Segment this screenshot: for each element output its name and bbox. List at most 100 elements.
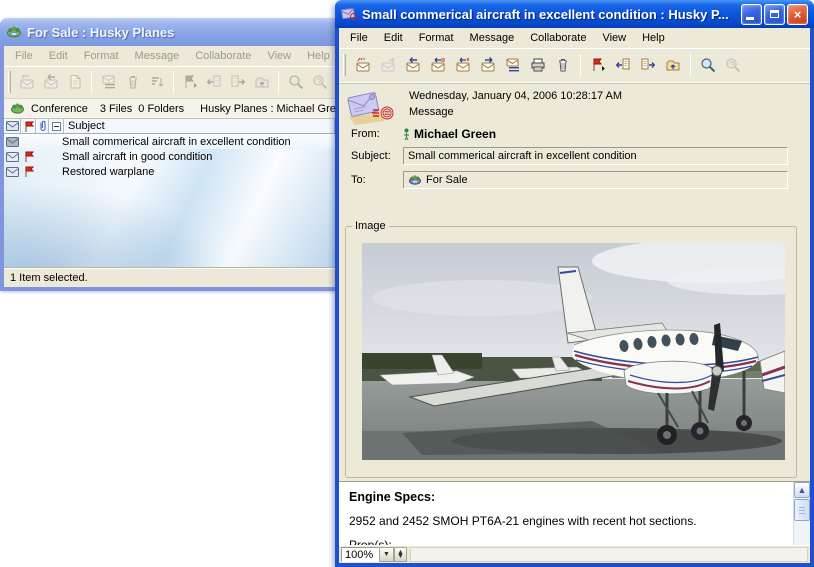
flag-button	[179, 70, 202, 94]
column-subject[interactable]: Subject	[64, 119, 335, 133]
new-message-button[interactable]	[351, 53, 375, 77]
menu-message[interactable]: Message	[128, 48, 187, 64]
send-icon	[380, 57, 396, 73]
list-item-subject: Small aircraft in good condition	[62, 151, 212, 163]
message-window: Small commerical aircraft in excellent c…	[335, 0, 814, 567]
search-icon	[700, 57, 716, 73]
zoom-dropdown-button[interactable]: ▼	[379, 547, 394, 562]
message-header: Wednesday, January 04, 2006 10:28:17 AM …	[339, 83, 810, 197]
toolbar-grip[interactable]	[8, 71, 11, 93]
minimize-button[interactable]	[741, 4, 762, 25]
next-icon	[230, 74, 246, 90]
toolbar-grip[interactable]	[343, 54, 346, 76]
from-label: From:	[347, 128, 403, 140]
flag-button[interactable]	[586, 53, 610, 77]
column-attachment[interactable]	[36, 119, 49, 133]
list-item-subject: Small commerical aircraft in excellent c…	[62, 136, 291, 148]
horizontal-scroll-track[interactable]	[410, 547, 808, 562]
send-button	[376, 53, 400, 77]
menu-file[interactable]: File	[343, 30, 375, 46]
envelope-icon	[6, 121, 19, 131]
bottom-bar: 100% ▼ ▲▼	[339, 545, 810, 563]
menu-collaborate[interactable]: Collaborate	[188, 48, 258, 64]
menu-message[interactable]: Message	[463, 30, 522, 46]
subject-label: Subject:	[347, 150, 403, 162]
info-conference-path: Husky Planes : Michael Green	[200, 103, 335, 115]
collapse-icon	[52, 122, 61, 131]
delete-button[interactable]	[551, 53, 575, 77]
print-icon	[530, 57, 546, 73]
column-envelope[interactable]	[4, 119, 21, 133]
menu-help[interactable]: Help	[300, 48, 335, 64]
subject-field[interactable]: Small commerical aircraft in excellent c…	[403, 147, 788, 165]
parent-folder-icon	[665, 57, 681, 73]
list-column-headers[interactable]: Subject	[4, 119, 335, 134]
parent-folder-button[interactable]	[661, 53, 685, 77]
new-message-icon	[19, 74, 35, 90]
previous-icon	[206, 74, 222, 90]
delete-icon	[125, 74, 141, 90]
envelope-icon	[4, 167, 21, 177]
zoom-level-field[interactable]: 100%	[341, 547, 379, 562]
envelope-stamp-icon	[345, 89, 397, 127]
message-list: Small commerical aircraft in excellent c…	[4, 134, 335, 276]
menu-bar: FileEditFormatMessageCollaborateViewHelp	[339, 28, 810, 49]
maximize-button[interactable]	[764, 4, 785, 25]
column-subject-label: Subject	[68, 120, 105, 132]
previous-icon	[615, 57, 631, 73]
column-collapse[interactable]	[49, 119, 64, 133]
close-button[interactable]: ×	[787, 4, 808, 25]
conference-icon-small	[10, 102, 25, 115]
sort-button	[145, 70, 168, 94]
search-again-button	[308, 70, 331, 94]
reply-icon	[43, 74, 59, 90]
scroll-up-button[interactable]: ▲	[794, 482, 810, 498]
to-label: To:	[347, 174, 403, 186]
menu-help[interactable]: Help	[635, 30, 672, 46]
list-item[interactable]: Small aircraft in good condition	[4, 149, 335, 164]
reply-button	[40, 70, 63, 94]
from-value[interactable]: Michael Green	[414, 127, 496, 141]
list-item[interactable]: Restored warplane	[4, 164, 335, 179]
menu-view[interactable]: View	[260, 48, 298, 64]
reply-with-quote-button[interactable]	[426, 53, 450, 77]
history-button	[97, 70, 120, 94]
previous-button[interactable]	[611, 53, 635, 77]
image-groupbox-legend: Image	[352, 220, 389, 232]
conference-icon-small	[408, 174, 422, 186]
envelope-icon	[4, 137, 21, 147]
zoom-spinner[interactable]: ▲▼	[394, 547, 407, 562]
next-button[interactable]	[636, 53, 660, 77]
scrollbar-thumb[interactable]	[794, 499, 810, 521]
print-button[interactable]	[526, 53, 550, 77]
conference-window-titlebar[interactable]: For Sale : Husky Planes	[0, 18, 339, 46]
menu-view[interactable]: View	[595, 30, 633, 46]
parent-folder-icon	[254, 74, 270, 90]
menu-edit[interactable]: Edit	[377, 30, 410, 46]
menu-format[interactable]: Format	[77, 48, 126, 64]
toolbar-separator	[580, 54, 581, 76]
menu-file[interactable]: File	[8, 48, 40, 64]
body-paragraph: 2952 and 2452 SMOH PT6A-21 engines with …	[349, 514, 783, 528]
delete-button	[121, 70, 144, 94]
search-again-button	[721, 53, 745, 77]
flag-icon	[21, 151, 36, 162]
list-item[interactable]: Small commerical aircraft in excellent c…	[4, 134, 335, 149]
menu-format[interactable]: Format	[412, 30, 461, 46]
attachment-icon	[39, 120, 47, 132]
menu-collaborate[interactable]: Collaborate	[523, 30, 593, 46]
list-item-subject: Restored warplane	[62, 166, 154, 178]
forward-button[interactable]	[476, 53, 500, 77]
menu-edit[interactable]: Edit	[42, 48, 75, 64]
toolbar	[339, 49, 810, 83]
reply-to-sender-button[interactable]	[451, 53, 475, 77]
to-field[interactable]: For Sale	[403, 171, 788, 189]
message-window-titlebar[interactable]: Small commerical aircraft in excellent c…	[335, 0, 814, 28]
reply-button[interactable]	[401, 53, 425, 77]
column-flag[interactable]	[21, 119, 36, 133]
history-button[interactable]	[501, 53, 525, 77]
flag-icon	[590, 57, 606, 73]
search-button[interactable]	[696, 53, 720, 77]
search-icon	[288, 74, 304, 90]
parent-folder-button	[251, 70, 274, 94]
